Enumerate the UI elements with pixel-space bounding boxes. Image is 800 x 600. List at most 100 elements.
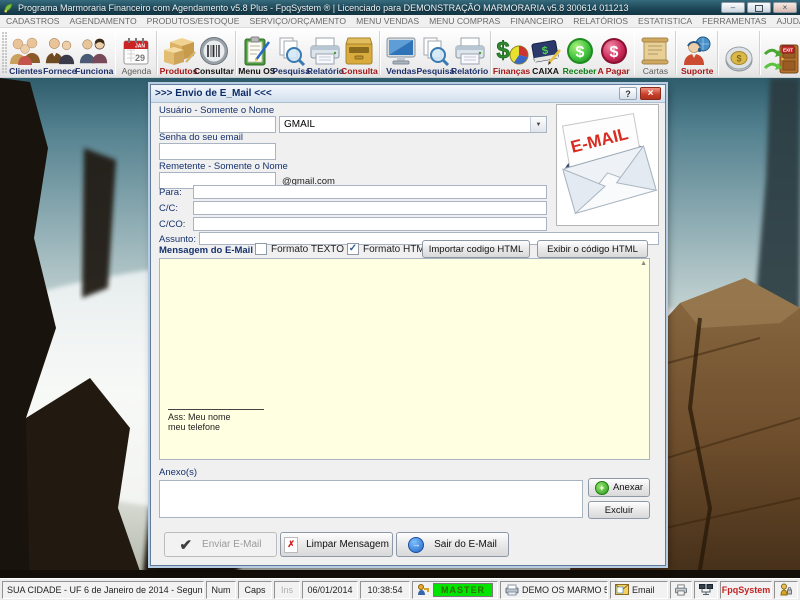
dialog-titlebar[interactable]: >>> Envio de E_Mail <<< ? × xyxy=(151,85,665,103)
exibir-html-button[interactable]: Exibir o código HTML xyxy=(537,240,648,258)
toolbar-button-relatorio-vendas[interactable]: Relatório xyxy=(453,30,487,76)
enviar-email-button[interactable]: ✔ Enviar E-Mail xyxy=(164,532,277,557)
status-caps-lock: Caps xyxy=(238,581,272,599)
toolbar-separator xyxy=(717,31,719,75)
menu-relatorios[interactable]: RELATÓRIOS xyxy=(573,16,628,26)
status-date: 06/01/2014 xyxy=(302,581,358,599)
printer-icon xyxy=(675,584,687,596)
menu-estatistica[interactable]: ESTATISTICA xyxy=(638,16,692,26)
toolbar-button-receber[interactable]: $ Receber xyxy=(563,30,597,76)
status-security[interactable] xyxy=(774,581,798,599)
limpar-mensagem-button[interactable]: ✗ Limpar Mensagem xyxy=(280,532,393,557)
toolbar-button-pesquisa-vendas[interactable]: Pesquisa xyxy=(418,30,452,76)
menu-cadastros[interactable]: CADASTROS xyxy=(6,16,59,26)
menu-ajuda[interactable]: AJUDA xyxy=(776,16,800,26)
receive-money-icon: $ xyxy=(565,36,595,66)
email-text: Email xyxy=(632,585,655,595)
application-window: Programa Marmoraria Financeiro com Agend… xyxy=(0,0,800,600)
menu-servico-orcamento[interactable]: SERVIÇO/ORÇAMENTO xyxy=(249,16,346,26)
toolbar: Clientes Fornece Funciona xyxy=(0,28,800,78)
provider-combobox[interactable]: GMAIL ▼ xyxy=(279,116,547,133)
anexar-button[interactable]: + Anexar xyxy=(588,478,650,497)
toolbar-button-moeda[interactable]: $ xyxy=(722,30,756,76)
help-icon: ? xyxy=(625,89,631,99)
sair-email-button[interactable]: → Sair do E-Mail xyxy=(396,532,509,557)
menu-ferramentas[interactable]: FERRAMENTAS xyxy=(702,16,766,26)
toolbar-button-financas[interactable]: $ Finanças xyxy=(495,30,529,76)
importar-html-button[interactable]: Importar codigo HTML xyxy=(422,240,530,258)
toolbar-button-fornecedores[interactable]: Fornece xyxy=(43,30,77,76)
toolbar-button-funcionarios[interactable]: Funciona xyxy=(77,30,112,76)
toolbar-button-relatorio-os[interactable]: Relatório xyxy=(308,30,342,76)
dialog-help-button[interactable]: ? xyxy=(619,87,637,100)
assunto-label: Assunto: xyxy=(159,234,196,245)
close-button[interactable]: × xyxy=(773,2,797,13)
toolbar-button-produtos[interactable]: Produtos xyxy=(161,30,195,76)
toolbar-label: Funciona xyxy=(75,66,113,76)
senha-input[interactable] xyxy=(159,143,276,160)
status-printer[interactable] xyxy=(670,581,692,599)
user-key-icon xyxy=(417,583,430,596)
minimize-icon: – xyxy=(731,3,735,12)
toolbar-button-agenda[interactable]: JAN 29 Agenda xyxy=(119,30,153,76)
toolbar-button-sair[interactable]: EXIT xyxy=(764,30,800,76)
status-network[interactable] xyxy=(694,581,718,599)
para-input[interactable] xyxy=(193,185,547,199)
toolbar-label: Consultar xyxy=(194,66,234,76)
excluir-button[interactable]: Excluir xyxy=(588,501,650,519)
toolbar-button-suporte[interactable]: Suporte xyxy=(680,30,714,76)
toolbar-separator xyxy=(379,31,381,75)
letters-scroll-icon xyxy=(641,36,669,66)
scroll-up-icon[interactable]: ▲ xyxy=(640,260,647,267)
file-drawer-icon xyxy=(343,36,375,66)
menu-produtos-estoque[interactable]: PRODUTOS/ESTOQUE xyxy=(147,16,240,26)
insert-text: Ins xyxy=(281,585,293,595)
menu-menu-compras[interactable]: MENU COMPRAS xyxy=(429,16,500,26)
toolbar-button-consultar-produto[interactable]: Consultar xyxy=(196,30,232,76)
message-textarea[interactable]: ▲ Ass: Meu nome meu telefone xyxy=(159,258,650,460)
toolbar-separator xyxy=(490,31,492,75)
toolbar-button-pesquisa-os[interactable]: Pesquisa xyxy=(274,30,308,76)
minimize-button[interactable]: – xyxy=(721,2,745,13)
cc-input[interactable] xyxy=(193,201,547,215)
toolbar-button-menu-os[interactable]: Menu OS xyxy=(240,30,274,76)
support-agent-icon xyxy=(681,36,713,66)
toolbar-button-cartas[interactable]: Cartas xyxy=(638,30,672,76)
status-user: MASTER xyxy=(412,581,498,599)
version-text: DEMO OS MARMO 5.8 xyxy=(522,585,608,595)
restore-button[interactable] xyxy=(747,2,771,13)
statusbar: SUA CIDADE - UF 6 de Janeiro de 2014 - S… xyxy=(0,578,800,600)
attachments-listbox[interactable] xyxy=(159,480,583,518)
toolbar-button-a-pagar[interactable]: $ A Pagar xyxy=(597,30,631,76)
toolbar-label: Pesquisa xyxy=(272,66,310,76)
checkbox-checked-icon: ✓ xyxy=(347,243,359,255)
formato-html-checkbox[interactable]: ✓ Formato HTML xyxy=(347,243,430,255)
toolbar-label: Agenda xyxy=(122,66,152,76)
lock-user-icon xyxy=(780,583,792,596)
usuario-input[interactable] xyxy=(159,116,276,133)
toolbar-separator xyxy=(675,31,677,75)
formato-texto-label: Formato TEXTO xyxy=(271,244,344,255)
status-insert: Ins xyxy=(274,581,300,599)
toolbar-label: Consulta xyxy=(341,66,378,76)
calendar-icon: JAN 29 xyxy=(123,37,149,66)
menu-agendamento[interactable]: AGENDAMENTO xyxy=(69,16,136,26)
menu-menu-vendas[interactable]: MENU VENDAS xyxy=(356,16,419,26)
cco-input[interactable] xyxy=(193,217,547,231)
formato-texto-checkbox[interactable]: Formato TEXTO xyxy=(255,243,344,255)
clients-people-icon xyxy=(9,36,43,66)
toolbar-button-vendas[interactable]: Vendas xyxy=(384,30,418,76)
toolbar-button-consulta-os[interactable]: Consulta xyxy=(342,30,376,76)
arrow-right-icon: → xyxy=(408,537,424,553)
toolbar-button-caixa[interactable]: $ CAIXA xyxy=(529,30,563,76)
menu-financeiro[interactable]: FINANCEIRO xyxy=(510,16,563,26)
product-boxes-icon xyxy=(162,36,196,66)
printer-report-icon xyxy=(454,36,486,66)
toolbar-button-clientes[interactable]: Clientes xyxy=(9,30,43,76)
dialog-close-button[interactable]: × xyxy=(640,87,661,100)
coin-icon: $ xyxy=(722,42,756,76)
cco-label: C/CO: xyxy=(159,219,185,230)
senha-label: Senha do seu email xyxy=(159,132,243,143)
status-brand: FpqSystem xyxy=(720,581,772,599)
location-date-text: SUA CIDADE - UF 6 de Janeiro de 2014 - S… xyxy=(7,585,204,595)
